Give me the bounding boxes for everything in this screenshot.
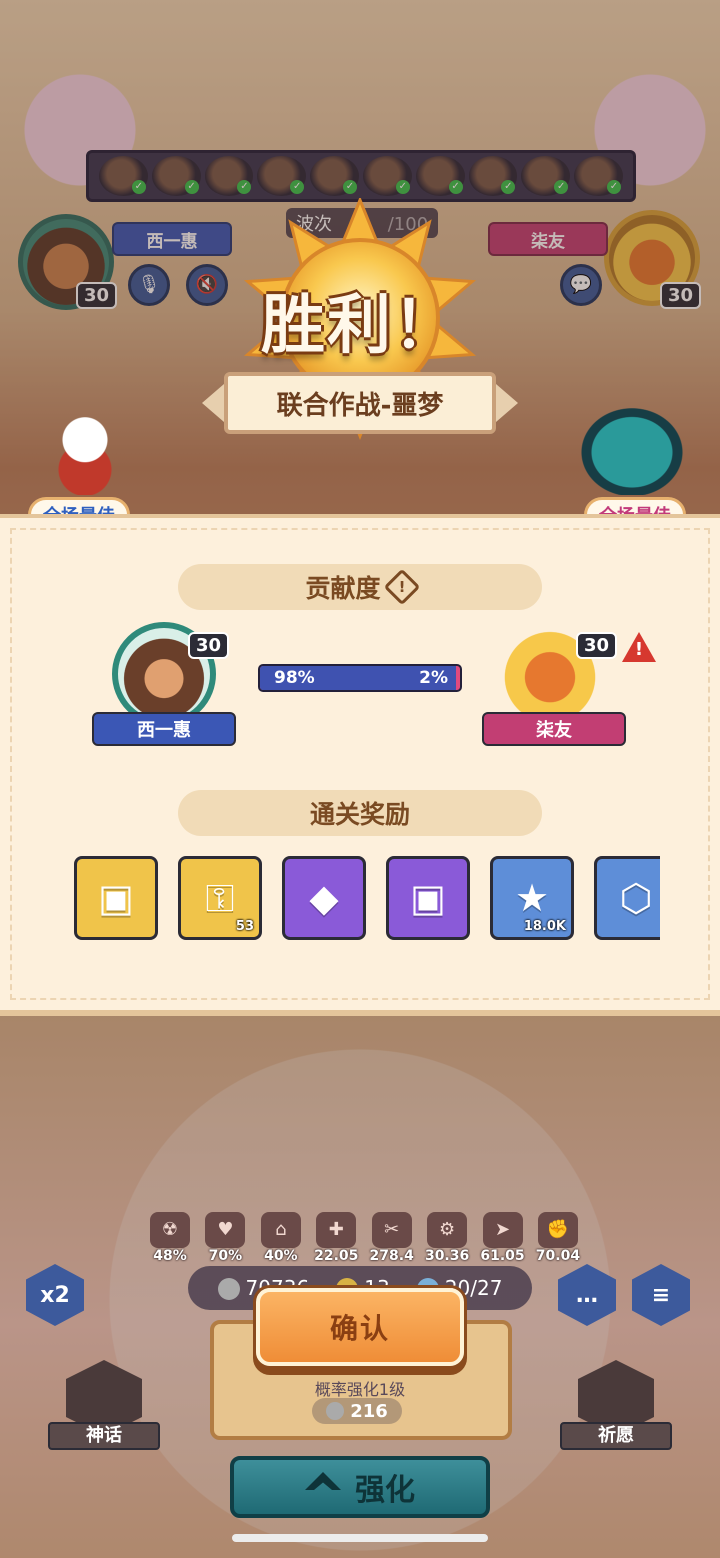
gold-coin-icon: ★ [514,876,550,920]
stat-value: 70% [208,1248,243,1264]
stat-value: 70.04 [535,1248,581,1264]
reward-item[interactable]: ▣ [74,856,158,940]
mode-banner: 联合作战-噩梦 [224,372,496,434]
rewards-title: 通关奖励 [309,800,410,829]
upgrade-cost: 216 [312,1398,402,1424]
stat-value: 61.05 [480,1248,525,1264]
key-icon: ⚿ [205,875,235,920]
stat-item: ⚙ 30.36 [423,1212,471,1264]
purple-chest-icon: ▣ [410,876,446,920]
treasure-chest-icon: ▣ [98,876,134,920]
victory-title: 胜利！ [261,289,459,363]
mvp-character-right [572,400,692,495]
contribution-bar: 98% 2% [258,664,462,692]
contribution-right-percent: 2% [419,668,448,688]
wish-button-label: 祈愿 [560,1422,672,1450]
silver-coin-icon [326,1402,345,1420]
wish-button[interactable]: 祈愿 [560,1360,672,1450]
home-indicator [232,1534,488,1542]
stat-value: 40% [264,1248,298,1264]
stat-item: ➤ 61.05 [479,1212,527,1264]
stat-item: ✊ 70.04 [534,1212,582,1264]
enhance-button[interactable]: 强化 [230,1456,490,1518]
reward-list: ▣ ⚿ 53 ◆ ▣ ★ 18.0K ⬡ [74,856,660,942]
silver-coin-icon [217,1278,240,1301]
stat-icon: ☢ [150,1212,190,1248]
mvp-character-left [40,410,130,495]
upgrade-arrow-icon [305,1472,341,1490]
contribution-left-percent: 98% [274,668,315,688]
stat-icon: ✊ [537,1212,578,1248]
crystal-icon: ◆ [309,876,339,920]
stat-item: ♥ 70% [201,1212,249,1264]
stat-icon: ➤ [482,1212,523,1248]
myth-button-label: 神话 [48,1422,160,1450]
stat-value: 48% [153,1248,187,1264]
contribution-heading: 贡献度 ! [178,564,542,610]
stat-value: 30.36 [424,1248,470,1264]
stat-icon: ✚ [316,1212,357,1248]
confirm-button[interactable]: 确认 [256,1288,464,1366]
stat-item: ✂ 278.4 [368,1212,416,1264]
reward-item[interactable]: ⚿ 53 [178,856,262,940]
reward-count: 53 [235,919,254,934]
myth-button[interactable]: 神话 [48,1360,160,1450]
stat-value: 278.4 [369,1248,414,1264]
contribution-title: 贡献度 [305,574,381,603]
stat-icon: ⌂ [260,1212,301,1248]
stat-icon: ♥ [205,1212,246,1248]
reward-item[interactable]: ★ 18.0K [490,856,574,940]
info-icon[interactable]: ! [383,568,420,606]
stat-item: ⌂ 40% [257,1212,305,1264]
emblem-icon: ⬡ [619,876,653,920]
rewards-heading: 通关奖励 [178,790,542,836]
stat-item: ✚ 22.05 [312,1212,360,1264]
reward-item[interactable]: ▣ [386,856,470,940]
contributor-left-level: 30 [188,632,230,659]
stat-icon: ✂ [371,1212,412,1248]
reward-item[interactable]: ◆ [282,856,366,940]
stat-value: 22.05 [314,1248,359,1264]
stat-row: ☢ 48% ♥ 70% ⌂ 40% ✚ 22.05 ✂ 278.4 ⚙ 30.36 ➤ 61.05 ✊ 70.… [146,1212,582,1264]
stat-icon: ⚙ [427,1212,468,1248]
contributor-right-name: 柒友 [482,712,626,746]
reward-count: 18.0K [523,919,566,934]
reward-item[interactable]: ⬡ [594,856,660,940]
contributor-left-name: 西一惠 [92,712,236,746]
stat-item: ☢ 48% [146,1212,194,1264]
contributor-right-level: 30 [576,632,618,659]
